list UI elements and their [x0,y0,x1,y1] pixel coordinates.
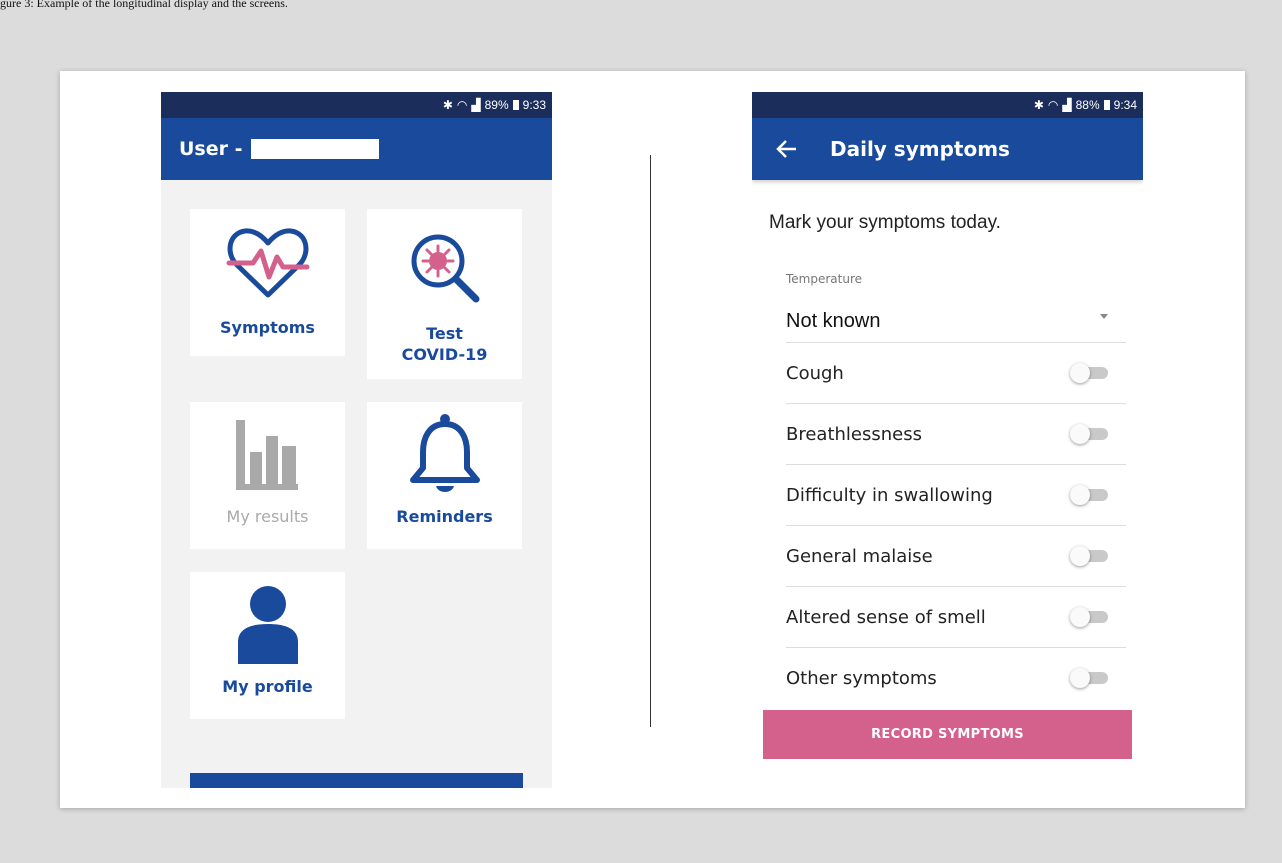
swallowing-toggle[interactable] [1070,485,1110,505]
symptom-row-malaise[interactable]: General malaise [786,525,1126,586]
bluetooth-icon: ✱ [442,98,453,112]
tile-test-covid[interactable]: Test COVID-19 [367,209,522,379]
bell-icon [409,414,480,492]
intro-text: Mark your symptoms today. [769,212,1001,233]
wifi-icon: ◠ [456,98,468,112]
redacted-username [250,139,379,159]
tile-test-label-line1: Test [426,324,463,343]
person-icon [237,586,298,664]
status-bar-2: ✱ ◠ ▟ 88% 9:34 [752,92,1143,118]
chevron-down-icon[interactable] [1100,314,1108,319]
symptom-row-swallowing[interactable]: Difficulty in swallowing [786,464,1126,525]
phone-home-screen: ✱ ◠ ▟ 89% 9:33 User - Symptoms Test COVI… [161,92,552,788]
battery-icon [512,100,519,110]
signal-icon: ▟ [471,98,481,112]
screens-divider [650,155,651,727]
smell-toggle[interactable] [1070,607,1110,627]
malaise-toggle[interactable] [1070,546,1110,566]
signal-icon: ▟ [1062,98,1072,112]
symptom-label: Difficulty in swallowing [786,484,993,506]
status-bar: ✱ ◠ ▟ 89% 9:33 [161,92,552,118]
tile-test-label-line2: COVID-19 [401,345,488,364]
symptom-row-breathlessness[interactable]: Breathlessness [786,403,1126,464]
status-time: 9:33 [522,98,546,112]
symptom-row-smell[interactable]: Altered sense of smell [786,586,1126,647]
symptom-row-other[interactable]: Other symptoms [786,647,1126,708]
temperature-label: Temperature [786,272,863,286]
breathlessness-toggle[interactable] [1070,424,1110,444]
figure-caption: gure 3: Example of the longitudinal disp… [0,0,288,10]
symptom-row-cough[interactable]: Cough [786,342,1126,403]
figure-card: ✱ ◠ ▟ 89% 9:33 User - Symptoms Test COVI… [60,71,1245,808]
tile-reminders-label: Reminders [396,507,493,526]
tile-my-results-label: My results [226,507,309,526]
tile-my-profile-label: My profile [222,677,313,696]
cough-toggle[interactable] [1070,363,1110,383]
tile-symptoms-label: Symptoms [220,318,315,337]
tile-symptoms[interactable]: Symptoms [190,209,345,356]
symptom-label: Other symptoms [786,667,937,689]
battery-percent: 89% [484,98,509,112]
tile-reminders[interactable]: Reminders [367,402,522,549]
back-arrow-icon[interactable] [774,136,800,162]
battery-percent: 88% [1075,98,1100,112]
symptom-label: Altered sense of smell [786,606,986,628]
app-bar: User - [161,118,552,180]
battery-icon [1103,100,1110,110]
tile-my-profile[interactable]: My profile [190,572,345,719]
app-bar-2: Daily symptoms [752,118,1143,180]
virus-search-icon [411,234,479,303]
tile-test-covid-label: Test COVID-19 [402,323,488,365]
bottom-action-bar[interactable] [190,773,523,788]
other-toggle[interactable] [1070,668,1110,688]
app-bar-title: User - [179,138,243,160]
wifi-icon: ◠ [1047,98,1059,112]
bluetooth-icon: ✱ [1033,98,1044,112]
tile-my-results[interactable]: My results [190,402,345,549]
symptom-label: Cough [786,362,844,384]
phone-daily-symptoms-screen: ✱ ◠ ▟ 88% 9:34 Daily symptoms Mark your … [752,92,1143,712]
heart-pulse-icon [226,228,309,298]
symptom-label: General malaise [786,545,933,567]
symptom-label: Breathlessness [786,423,922,445]
bar-chart-icon [235,420,298,490]
temperature-select[interactable]: Not known [786,310,881,333]
status-time: 9:34 [1113,98,1137,112]
record-symptoms-button[interactable]: RECORD SYMPTOMS [763,710,1132,759]
page-title: Daily symptoms [830,137,1010,161]
